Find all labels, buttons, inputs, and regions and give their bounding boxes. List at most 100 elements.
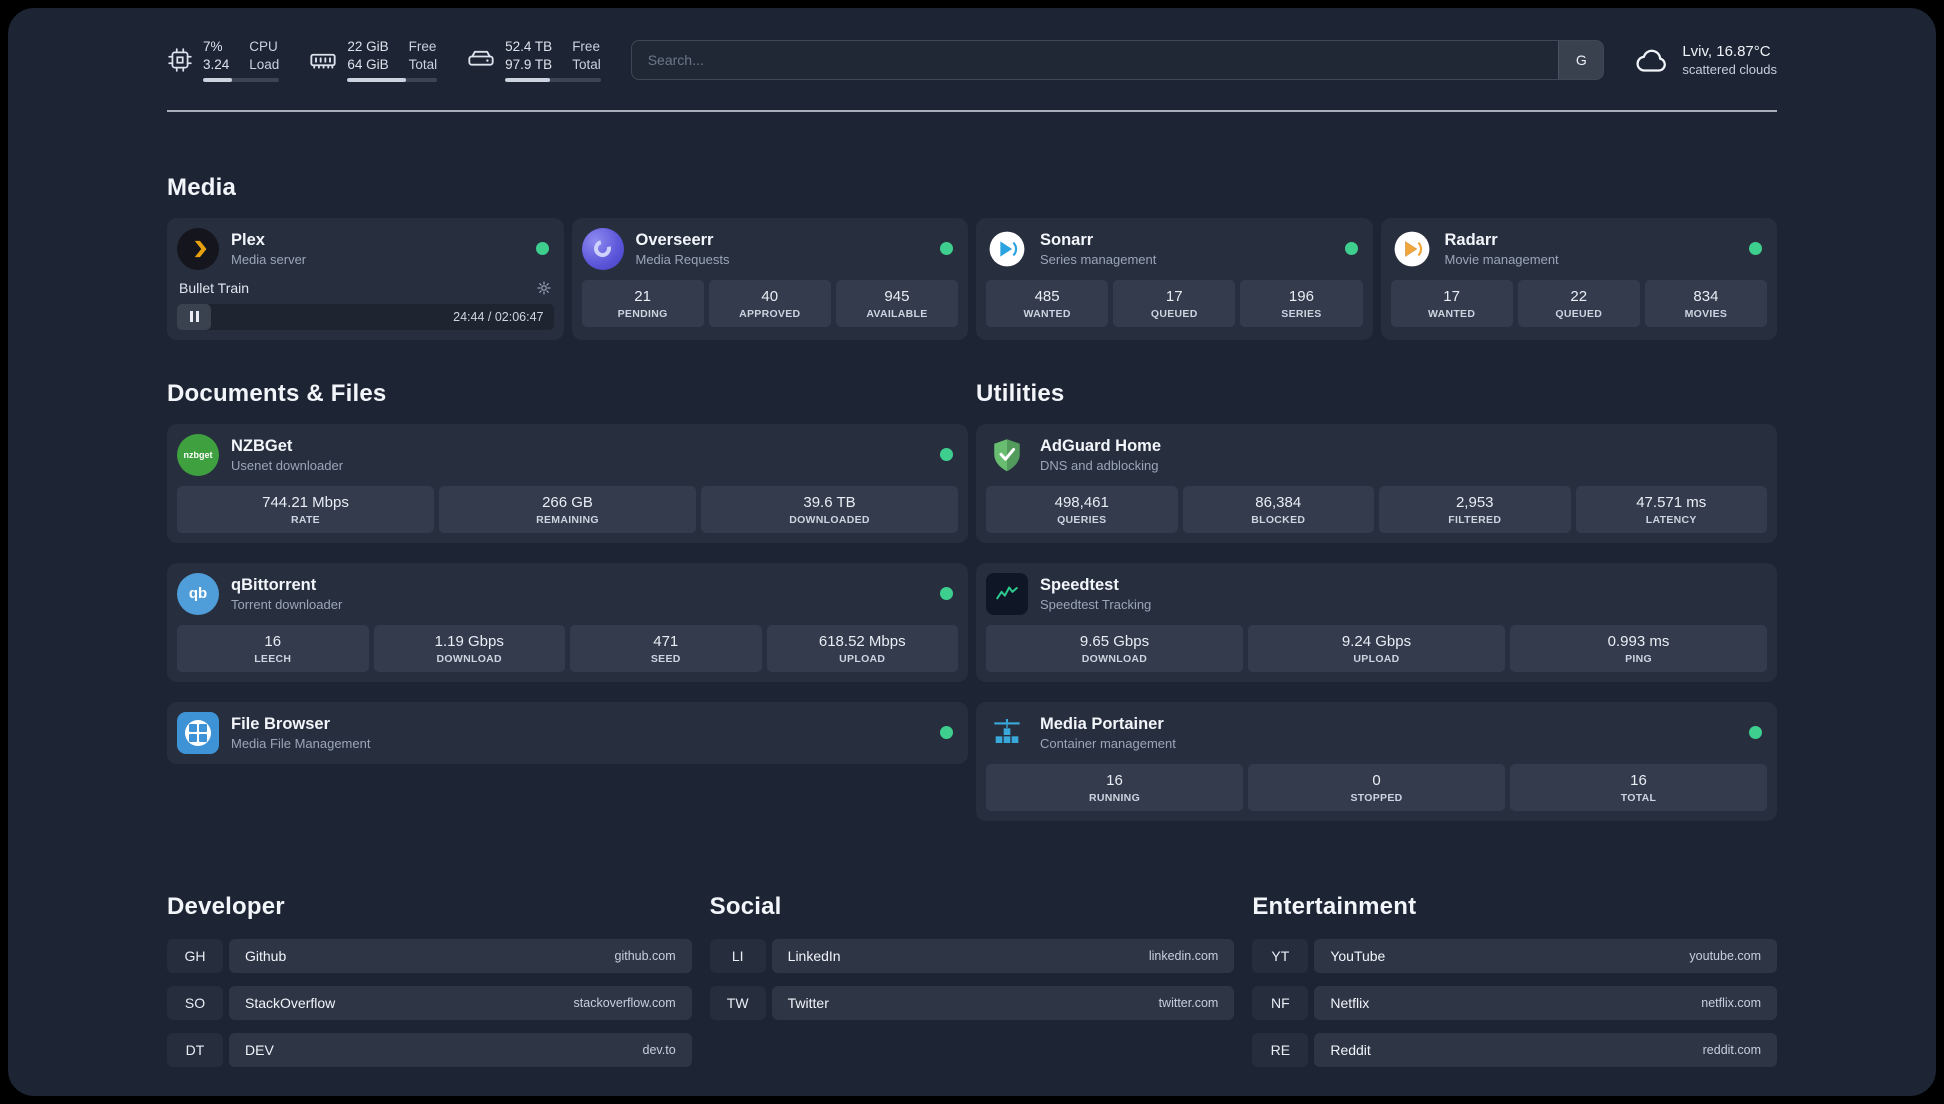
bookmark-github[interactable]: GH Github github.com bbox=[167, 938, 692, 973]
service-card-speedtest[interactable]: Speedtest Speedtest Tracking 9.65 Gbps D… bbox=[976, 562, 1777, 682]
service-card-sonarr[interactable]: Sonarr Series management 485 WANTED 17 Q… bbox=[976, 217, 1373, 340]
stat-filtered: 2,953 FILTERED bbox=[1379, 485, 1571, 533]
bookmark-group-developer: Developer GH Github github.com SO StackO… bbox=[167, 893, 692, 1080]
overseerr-swirl bbox=[590, 237, 615, 261]
portainer-crane-icon bbox=[994, 718, 1020, 743]
section-title-utilities: Utilities bbox=[976, 379, 1065, 407]
playback-time: 24:44 / 02:06:47 bbox=[453, 309, 544, 324]
bookmark-name: YouTube bbox=[1330, 947, 1386, 964]
stat-running: 16 RUNNING bbox=[986, 763, 1243, 811]
bookmark-abbr[interactable]: YT bbox=[1252, 938, 1309, 973]
pause-icon bbox=[189, 311, 193, 323]
bookmark-stackoverflow[interactable]: SO StackOverflow stackoverflow.com bbox=[167, 985, 692, 1020]
memory-icon bbox=[310, 53, 336, 69]
cpu-widget: 7% CPU 3.24 Load bbox=[167, 38, 280, 82]
service-subtitle-nzbget: Usenet downloader bbox=[231, 457, 344, 473]
bookmark-name: StackOverflow bbox=[245, 994, 336, 1011]
radarr-play-icon bbox=[1394, 231, 1429, 267]
memory-progress-fill bbox=[347, 77, 406, 82]
search-bar: G bbox=[630, 39, 1605, 80]
sonarr-icon bbox=[986, 228, 1028, 270]
bookmark-abbr[interactable]: RE bbox=[1252, 1032, 1309, 1067]
bookmark-abbr[interactable]: TW bbox=[709, 985, 766, 1020]
bookmark-url: linkedin.com bbox=[1148, 948, 1219, 963]
nzbget-icon: nzbget bbox=[177, 433, 219, 476]
service-name-radarr: Radarr bbox=[1444, 230, 1498, 249]
service-name-sonarr: Sonarr bbox=[1040, 230, 1094, 249]
stat-remaining: 266 GB REMAINING bbox=[439, 485, 696, 533]
service-name-nzbget: NZBGet bbox=[231, 436, 293, 455]
service-name-filebrowser: File Browser bbox=[231, 714, 331, 733]
bookmark-abbr[interactable]: SO bbox=[167, 985, 223, 1020]
cpu-progress-track bbox=[203, 77, 280, 82]
bookmark-netflix[interactable]: NF Netflix netflix.com bbox=[1252, 985, 1777, 1020]
disk-progress-fill bbox=[505, 77, 551, 82]
service-card-overseerr[interactable]: Overseerr Media Requests 21 PENDING 40 A… bbox=[571, 217, 968, 340]
speedtest-graph-icon bbox=[996, 586, 1018, 599]
gear-icon[interactable] bbox=[536, 280, 552, 296]
topbar-divider bbox=[167, 109, 1777, 112]
weather-text: Lviv, 16.87°C scattered clouds bbox=[1682, 43, 1777, 77]
stat-queued: 22 QUEUED bbox=[1517, 279, 1640, 327]
service-card-nzbget[interactable]: nzbget NZBGet Usenet downloader 744.21 M… bbox=[167, 423, 968, 543]
memory-progress-track bbox=[347, 77, 438, 82]
bookmark-url: youtube.com bbox=[1689, 948, 1761, 963]
bookmark-group-entertainment: Entertainment YT YouTube youtube.com NF … bbox=[1252, 893, 1777, 1080]
bookmark-reddit[interactable]: RE Reddit reddit.com bbox=[1252, 1032, 1777, 1067]
qbittorrent-icon: qb bbox=[177, 572, 219, 615]
stat-wanted: 17 WANTED bbox=[1390, 279, 1513, 327]
bookmark-dev[interactable]: DT DEV dev.to bbox=[167, 1032, 692, 1067]
service-subtitle-sonarr: Series management bbox=[1040, 251, 1157, 267]
pause-icon bbox=[195, 311, 199, 323]
search-provider-button[interactable]: G bbox=[1558, 39, 1605, 80]
overseerr-icon bbox=[581, 227, 624, 270]
bookmark-name: Reddit bbox=[1330, 1041, 1371, 1058]
weather-condition: scattered clouds bbox=[1682, 61, 1777, 77]
search-input[interactable] bbox=[630, 39, 1559, 80]
bookmark-url: netflix.com bbox=[1701, 995, 1761, 1010]
weather-widget: Lviv, 16.87°C scattered clouds bbox=[1634, 43, 1777, 77]
service-card-filebrowser[interactable]: File Browser Media File Management bbox=[167, 701, 968, 764]
bookmarks-area: Developer GH Github github.com SO StackO… bbox=[167, 893, 1777, 1096]
service-card-adguard[interactable]: AdGuard Home DNS and adblocking 498,461 … bbox=[976, 423, 1777, 543]
topbar: 7% CPU 3.24 Load 22 GiB Free 64 GiB Tota… bbox=[167, 8, 1777, 82]
service-subtitle-radarr: Movie management bbox=[1444, 251, 1559, 267]
status-dot bbox=[940, 726, 953, 740]
bookmark-twitter[interactable]: TW Twitter twitter.com bbox=[709, 985, 1235, 1020]
portainer-icon bbox=[986, 712, 1028, 754]
service-subtitle-filebrowser: Media File Management bbox=[231, 735, 371, 751]
utilities-column: Utilities AdGuard Home DNS and adblockin… bbox=[976, 380, 1777, 841]
stat-movies: 834 MOVIES bbox=[1644, 279, 1768, 327]
bookmark-abbr[interactable]: NF bbox=[1252, 985, 1309, 1020]
cloud-icon bbox=[1636, 49, 1667, 72]
bookmark-youtube[interactable]: YT YouTube youtube.com bbox=[1252, 938, 1777, 973]
section-title-documents: Documents & Files bbox=[167, 379, 387, 407]
section-title-social: Social bbox=[709, 892, 782, 920]
bookmark-name: LinkedIn bbox=[787, 947, 841, 964]
service-card-qbittorrent[interactable]: qb qBittorrent Torrent downloader 16 LEE… bbox=[167, 562, 968, 682]
stat-approved: 40 APPROVED bbox=[708, 279, 831, 327]
disk-total: 97.9 TB bbox=[505, 56, 553, 72]
service-card-plex[interactable]: Plex Media server Bullet Train 24:44 / 0… bbox=[167, 217, 564, 340]
pause-button[interactable] bbox=[177, 303, 211, 330]
service-subtitle-portainer: Container management bbox=[1040, 735, 1176, 751]
bookmark-name: Twitter bbox=[787, 994, 829, 1011]
bookmark-abbr[interactable]: DT bbox=[167, 1032, 223, 1067]
speedtest-icon bbox=[986, 572, 1028, 615]
bookmark-linkedin[interactable]: LI LinkedIn linkedin.com bbox=[709, 938, 1235, 973]
stat-leech: 16 LEECH bbox=[177, 624, 369, 672]
service-card-portainer[interactable]: Media Portainer Container management 16 … bbox=[976, 701, 1777, 821]
media-grid: Plex Media server Bullet Train 24:44 / 0… bbox=[167, 217, 1777, 340]
cpu-label-bottom: Load bbox=[249, 56, 280, 72]
service-subtitle-plex: Media server bbox=[231, 251, 307, 267]
bookmark-url: github.com bbox=[614, 948, 676, 963]
bookmark-abbr[interactable]: GH bbox=[167, 938, 223, 973]
bookmark-abbr[interactable]: LI bbox=[709, 938, 766, 973]
now-playing-title: Bullet Train bbox=[179, 279, 250, 296]
playback-progress-bar[interactable]: 24:44 / 02:06:47 bbox=[177, 303, 554, 330]
status-dot bbox=[1749, 242, 1762, 256]
dashboard-panel: 7% CPU 3.24 Load 22 GiB Free 64 GiB Tota… bbox=[8, 8, 1936, 1096]
section-title-entertainment: Entertainment bbox=[1252, 892, 1417, 920]
cpu-load-value: 3.24 bbox=[203, 56, 230, 72]
service-card-radarr[interactable]: Radarr Movie management 17 WANTED 22 QUE… bbox=[1380, 217, 1777, 340]
